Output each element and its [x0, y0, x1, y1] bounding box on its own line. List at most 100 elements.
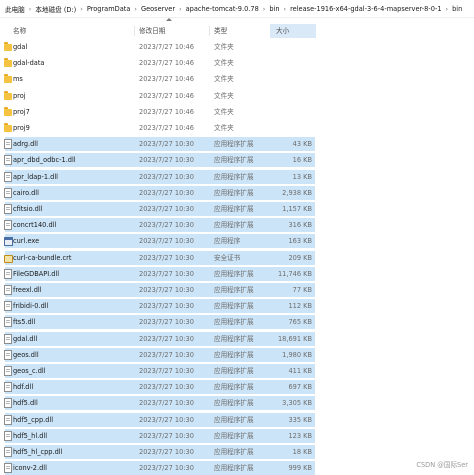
file-type: 应用程序扩展	[214, 302, 254, 311]
file-row[interactable]: hdf5_cpp.dll 2023/7/27 10:30 应用程序扩展 335 KB	[0, 412, 474, 427]
file-name: FileGDBAPI.dll	[13, 269, 60, 278]
file-size	[250, 121, 312, 135]
folder-icon	[4, 123, 12, 132]
breadcrumb-item[interactable]: release-1916-x64-gdal-3-6-4-mapserver-8-…	[289, 5, 442, 13]
file-name: curl-ca-bundle.crt	[13, 253, 72, 262]
breadcrumb-item[interactable]: 此电脑	[4, 4, 26, 14]
file-name: apr_ldap-1.dll	[13, 172, 58, 181]
file-name: gdal.dll	[13, 334, 38, 343]
breadcrumb-item[interactable]: ProgramData	[86, 5, 132, 13]
file-type: 应用程序扩展	[214, 448, 254, 456]
column-divider[interactable]	[209, 26, 210, 36]
file-row[interactable]: proj9 2023/7/27 10:46 文件夹	[0, 121, 474, 135]
folder-icon	[4, 106, 12, 116]
dll-file-icon	[4, 285, 12, 295]
file-date: 2023/7/27 10:30	[139, 221, 194, 230]
file-row[interactable]: iconv-2.dll 2023/7/27 10:30 应用程序扩展 999 KB	[0, 461, 474, 475]
file-name: concrt140.dll	[13, 221, 57, 230]
file-row[interactable]: cfitsio.dll 2023/7/27 10:30 应用程序扩展 1,157 KB	[0, 202, 474, 216]
file-name: gdal	[13, 43, 28, 51]
file-row[interactable]: adrg.dll 2023/7/27 10:30 应用程序扩展 43 KB	[0, 137, 474, 152]
file-name: hdf5_hl.dll	[13, 431, 48, 440]
file-size: 123 KB	[288, 431, 312, 440]
file-type: 应用程序扩展	[214, 286, 254, 294]
file-date: 2023/7/27 10:46	[139, 91, 194, 100]
breadcrumb-item[interactable]: 本地磁盘 (D:)	[34, 4, 77, 14]
breadcrumb-item[interactable]: bin	[451, 5, 463, 13]
file-size: 411 KB	[288, 367, 312, 375]
file-row[interactable]: geos_c.dll 2023/7/27 10:30 应用程序扩展 411 KB	[0, 364, 474, 378]
dll-file-icon	[4, 382, 12, 393]
file-row[interactable]: freexl.dll 2023/7/27 10:30 应用程序扩展 77 KB	[0, 283, 474, 297]
column-size-label: 大小	[276, 27, 290, 35]
file-size	[250, 72, 312, 86]
file-row[interactable]: cairo.dll 2023/7/27 10:30 应用程序扩展 2,938 KB	[0, 185, 474, 200]
file-row[interactable]: curl-ca-bundle.crt 2023/7/27 10:30 安全证书 209…	[0, 250, 474, 265]
file-size: 18 KB	[292, 448, 312, 456]
file-date: 2023/7/27 10:30	[139, 253, 194, 262]
file-date: 2023/7/27 10:46	[139, 59, 194, 68]
file-row[interactable]: gdal 2023/7/27 10:46 文件夹	[0, 40, 474, 54]
dll-file-icon	[4, 366, 12, 376]
file-type: 应用程序扩展	[214, 431, 254, 440]
column-size-header[interactable]: 大小	[270, 24, 316, 38]
file-row[interactable]: apr_ldap-1.dll 2023/7/27 10:30 应用程序扩展 13 KB	[0, 169, 474, 184]
column-name-header[interactable]: 名称	[13, 24, 26, 38]
folder-icon	[4, 42, 12, 51]
file-type: 文件夹	[214, 59, 234, 68]
file-row[interactable]: hdf.dll 2023/7/27 10:30 应用程序扩展 697 KB	[0, 380, 474, 395]
file-row[interactable]: proj7 2023/7/27 10:46 文件夹	[0, 105, 474, 119]
chevron-right-icon[interactable]: ›	[176, 5, 185, 13]
column-date-header[interactable]: 修改日期	[139, 24, 165, 38]
dll-file-icon	[4, 398, 12, 409]
file-date: 2023/7/27 10:46	[139, 75, 194, 84]
file-row[interactable]: ms 2023/7/27 10:46 文件夹	[0, 72, 474, 86]
file-row[interactable]: gdal.dll 2023/7/27 10:30 应用程序扩展 18,691 KB	[0, 331, 474, 346]
column-type-header[interactable]: 类型	[214, 24, 227, 38]
file-date: 2023/7/27 10:30	[139, 302, 194, 311]
file-row[interactable]: hdf5_hl_cpp.dll 2023/7/27 10:30 应用程序扩展 18 K…	[0, 445, 474, 459]
chevron-right-icon[interactable]: ›	[281, 5, 290, 13]
file-name: geos_c.dll	[13, 367, 46, 375]
breadcrumb-item[interactable]: Geoserver	[140, 5, 176, 13]
breadcrumb-item[interactable]: bin	[268, 5, 280, 13]
file-type: 文件夹	[214, 124, 234, 132]
file-name: adrg.dll	[13, 140, 38, 149]
file-name: hdf5.dll	[13, 399, 38, 408]
file-size: 209 KB	[288, 253, 312, 262]
file-date: 2023/7/27 10:30	[139, 156, 194, 165]
file-date: 2023/7/27 10:30	[139, 237, 194, 246]
column-divider[interactable]	[134, 26, 135, 36]
file-row[interactable]: geos.dll 2023/7/27 10:30 应用程序扩展 1,980 KB	[0, 347, 474, 362]
chevron-right-icon[interactable]: ›	[443, 5, 452, 13]
file-date: 2023/7/27 10:30	[139, 205, 194, 213]
folder-icon	[4, 58, 12, 68]
dll-file-icon	[4, 301, 12, 312]
file-row[interactable]: proj 2023/7/27 10:46 文件夹	[0, 89, 474, 103]
file-date: 2023/7/27 10:46	[139, 107, 194, 116]
file-name: proj9	[13, 124, 30, 132]
file-type: 应用程序扩展	[214, 172, 254, 181]
file-row[interactable]: apr_dbd_odbc-1.dll 2023/7/27 10:30 应用程序扩展 1…	[0, 153, 474, 168]
watermark: CSDN @国际Ser	[416, 461, 468, 469]
file-row[interactable]: concrt140.dll 2023/7/27 10:30 应用程序扩展 316 KB	[0, 218, 474, 233]
file-row[interactable]: fribidi-0.dll 2023/7/27 10:30 应用程序扩展 112 KB	[0, 299, 474, 314]
file-row[interactable]: fts5.dll 2023/7/27 10:30 应用程序扩展 765 KB	[0, 315, 474, 330]
file-type: 应用程序扩展	[214, 367, 254, 375]
chevron-right-icon[interactable]: ›	[260, 5, 269, 13]
chevron-right-icon[interactable]: ›	[77, 5, 86, 13]
file-row[interactable]: gdal-data 2023/7/27 10:46 文件夹	[0, 56, 474, 70]
file-row[interactable]: hdf5.dll 2023/7/27 10:30 应用程序扩展 3,305 KB	[0, 396, 474, 411]
dll-file-icon	[4, 187, 12, 198]
file-row[interactable]: curl.exe 2023/7/27 10:30 应用程序 163 KB	[0, 234, 474, 249]
file-name: cfitsio.dll	[13, 205, 43, 213]
file-size: 11,746 KB	[277, 269, 312, 278]
file-row[interactable]: FileGDBAPI.dll 2023/7/27 10:30 应用程序扩展 11,74…	[0, 266, 474, 281]
chevron-right-icon[interactable]: ›	[26, 5, 35, 13]
chevron-right-icon[interactable]: ›	[131, 5, 140, 13]
breadcrumb-item[interactable]: apache-tomcat-9.0.78	[185, 5, 260, 13]
file-type: 应用程序扩展	[214, 269, 254, 278]
file-type: 应用程序扩展	[214, 318, 254, 327]
file-size: 163 KB	[288, 237, 312, 246]
file-row[interactable]: hdf5_hl.dll 2023/7/27 10:30 应用程序扩展 123 KB	[0, 428, 474, 443]
